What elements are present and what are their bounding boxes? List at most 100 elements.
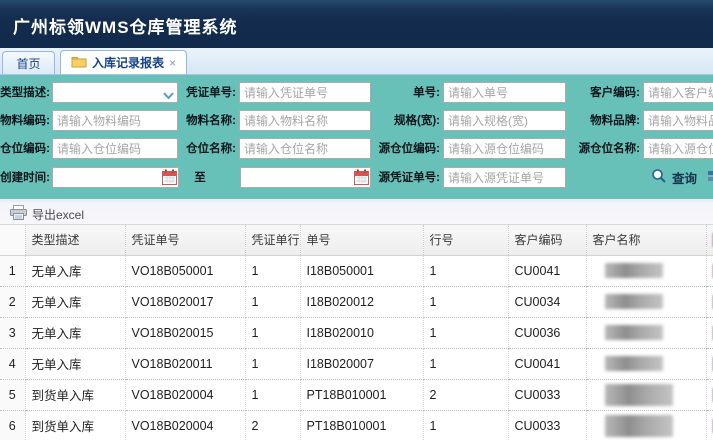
- app-header: 广州标领WMS仓库管理系统: [0, 0, 713, 48]
- cell-customer-name[interactable]: [586, 379, 706, 410]
- source-bin-code-input[interactable]: [443, 138, 566, 159]
- date-to-label: 至: [185, 167, 215, 189]
- tab-inbound-report[interactable]: 入库记录报表 ×: [60, 50, 187, 74]
- cell-type[interactable]: 无单入库: [25, 348, 125, 379]
- cell-voucher-no[interactable]: VO18B020015: [125, 317, 245, 348]
- col-voucher-line[interactable]: 凭证单行号: [245, 225, 300, 255]
- cell-order-no[interactable]: I18B050001: [300, 255, 423, 286]
- tab-close-icon[interactable]: ×: [169, 57, 176, 69]
- table-row[interactable]: 6 到货单入库 VO18B020004 2 PT18B010001 1 CU00…: [0, 410, 713, 440]
- redacted-customer-name: [605, 294, 663, 309]
- export-excel-button[interactable]: 导出excel: [6, 205, 88, 223]
- col-order-no[interactable]: 单号: [300, 225, 423, 255]
- bin-code-input[interactable]: [52, 138, 178, 159]
- cell-customer-code[interactable]: CU0033: [508, 379, 586, 410]
- cell-cutoff: [706, 410, 713, 440]
- row-number[interactable]: 2: [0, 286, 25, 317]
- cell-customer-name[interactable]: [586, 317, 706, 348]
- cell-customer-code[interactable]: CU0033: [508, 410, 586, 440]
- col-voucher-no[interactable]: 凭证单号: [125, 225, 245, 255]
- order-no-label: 单号:: [360, 82, 440, 104]
- created-time-label: 创建时间:: [0, 167, 50, 189]
- source-bin-name-input[interactable]: [643, 138, 713, 159]
- table-row[interactable]: 1 无单入库 VO18B050001 1 I18B050001 1 CU0041: [0, 255, 713, 286]
- cell-customer-code[interactable]: CU0036: [508, 317, 586, 348]
- cell-order-no[interactable]: I18B020012: [300, 286, 423, 317]
- cell-cutoff: [706, 286, 713, 317]
- col-line-no[interactable]: 行号: [423, 225, 508, 255]
- source-voucher-input[interactable]: [443, 167, 566, 188]
- cell-order-no[interactable]: PT18B010001: [300, 410, 423, 440]
- col-customer-name[interactable]: 客户名称: [586, 225, 706, 255]
- redacted-customer-name: [605, 356, 663, 371]
- created-time-from-input[interactable]: [52, 167, 179, 188]
- row-number[interactable]: 4: [0, 348, 25, 379]
- material-name-input[interactable]: [239, 110, 371, 131]
- chevron-down-icon[interactable]: [163, 87, 174, 105]
- source-voucher-label: 源凭证单号:: [360, 167, 440, 189]
- cell-type[interactable]: 到货单入库: [25, 379, 125, 410]
- cell-customer-code[interactable]: CU0034: [508, 286, 586, 317]
- cell-line-no[interactable]: 1: [423, 348, 508, 379]
- cell-voucher-no[interactable]: VO18B020004: [125, 410, 245, 440]
- clear-icon[interactable]: [706, 168, 713, 186]
- cell-voucher-line[interactable]: 1: [245, 348, 300, 379]
- table-row[interactable]: 4 无单入库 VO18B020011 1 I18B020007 1 CU0041: [0, 348, 713, 379]
- inbound-records-table: 类型描述 凭证单号 凭证单行号 单号 行号 客户编码 客户名称 1 无单入库 V…: [0, 225, 713, 440]
- redacted-customer-name: [605, 325, 663, 340]
- cell-voucher-line[interactable]: 1: [245, 379, 300, 410]
- cell-customer-name[interactable]: [586, 348, 706, 379]
- material-code-input[interactable]: [52, 110, 178, 131]
- row-number[interactable]: 6: [0, 410, 25, 440]
- cell-customer-code[interactable]: CU0041: [508, 348, 586, 379]
- row-number[interactable]: 1: [0, 255, 25, 286]
- tab-home[interactable]: 首页: [2, 51, 55, 74]
- cell-voucher-line[interactable]: 1: [245, 255, 300, 286]
- cell-customer-name[interactable]: [586, 410, 706, 440]
- tab-home-label: 首页: [16, 55, 40, 72]
- table-row[interactable]: 3 无单入库 VO18B020015 1 I18B020010 1 CU0036: [0, 317, 713, 348]
- folder-icon: [71, 55, 87, 71]
- customer-code-input[interactable]: [643, 82, 713, 103]
- cell-cutoff: [706, 255, 713, 286]
- cell-customer-name[interactable]: [586, 255, 706, 286]
- row-number[interactable]: 5: [0, 379, 25, 410]
- cell-voucher-line[interactable]: 1: [245, 286, 300, 317]
- created-time-to-input[interactable]: [240, 167, 371, 188]
- cell-type[interactable]: 无单入库: [25, 317, 125, 348]
- query-button-label: 查询: [672, 168, 697, 187]
- col-type[interactable]: 类型描述: [25, 225, 125, 255]
- cell-voucher-no[interactable]: VO18B050001: [125, 255, 245, 286]
- cell-order-no[interactable]: PT18B010001: [300, 379, 423, 410]
- type-desc-select[interactable]: [52, 82, 178, 103]
- table-row[interactable]: 5 到货单入库 VO18B020004 1 PT18B010001 2 CU00…: [0, 379, 713, 410]
- row-number[interactable]: 3: [0, 317, 25, 348]
- voucher-no-input[interactable]: [239, 82, 371, 103]
- cell-line-no[interactable]: 1: [423, 255, 508, 286]
- cell-line-no[interactable]: 1: [423, 410, 508, 440]
- cell-voucher-no[interactable]: VO18B020017: [125, 286, 245, 317]
- cell-type[interactable]: 无单入库: [25, 255, 125, 286]
- cell-type[interactable]: 到货单入库: [25, 410, 125, 440]
- cell-order-no[interactable]: I18B020010: [300, 317, 423, 348]
- cell-voucher-line[interactable]: 2: [245, 410, 300, 440]
- cell-customer-name[interactable]: [586, 286, 706, 317]
- calendar-icon[interactable]: [162, 169, 177, 190]
- cell-voucher-no[interactable]: VO18B020004: [125, 379, 245, 410]
- cell-line-no[interactable]: 1: [423, 317, 508, 348]
- spec-width-input[interactable]: [443, 110, 566, 131]
- query-button[interactable]: 查询: [651, 167, 697, 188]
- cell-order-no[interactable]: I18B020007: [300, 348, 423, 379]
- col-customer-code[interactable]: 客户编码: [508, 225, 586, 255]
- cell-voucher-line[interactable]: 1: [245, 317, 300, 348]
- col-cutoff: [706, 225, 713, 255]
- cell-line-no[interactable]: 2: [423, 379, 508, 410]
- cell-voucher-no[interactable]: VO18B020011: [125, 348, 245, 379]
- table-row[interactable]: 2 无单入库 VO18B020017 1 I18B020012 1 CU0034: [0, 286, 713, 317]
- cell-customer-code[interactable]: CU0041: [508, 255, 586, 286]
- cell-line-no[interactable]: 1: [423, 286, 508, 317]
- cell-type[interactable]: 无单入库: [25, 286, 125, 317]
- material-brand-input[interactable]: [643, 110, 713, 131]
- order-no-input[interactable]: [443, 82, 566, 103]
- bin-name-input[interactable]: [239, 138, 371, 159]
